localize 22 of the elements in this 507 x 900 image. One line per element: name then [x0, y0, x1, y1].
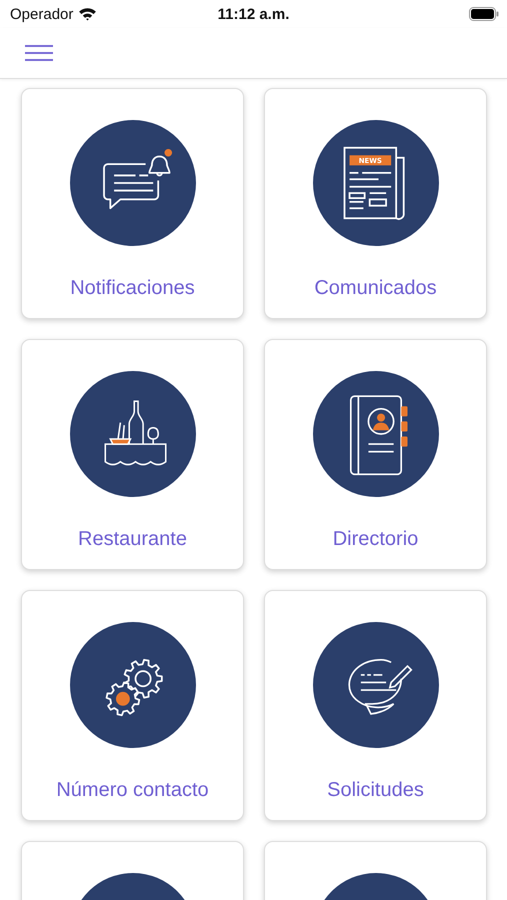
- wifi-icon: [78, 7, 98, 21]
- clock-time: 11:12 a.m.: [218, 6, 290, 22]
- tile-label: Restaurante: [78, 528, 187, 551]
- menu-icon: [25, 45, 53, 61]
- gears-icon: [105, 658, 162, 716]
- tile-label: Notificaciones: [70, 277, 195, 300]
- address-book-icon: [349, 395, 407, 476]
- tile-label: Directorio: [332, 528, 418, 551]
- menu-tile[interactable]: Número contacto: [21, 590, 244, 821]
- chat-bell-icon: [102, 148, 172, 210]
- menu-tile[interactable]: Restaurante: [21, 339, 244, 570]
- carrier-name: Operador: [10, 6, 74, 22]
- speech-pencil-icon: [348, 658, 412, 715]
- battery-icon: [469, 7, 499, 21]
- tile-label: Número contacto: [56, 779, 209, 802]
- menu-tile[interactable]: Directorio: [264, 339, 487, 570]
- tile-label: Solicitudes: [327, 779, 424, 802]
- newspaper-icon: [343, 146, 404, 220]
- tile-label: Comunicados: [314, 277, 437, 300]
- menu-tile[interactable]: Solicitudes: [264, 590, 487, 821]
- menu-tile[interactable]: Notificaciones: [21, 88, 244, 319]
- dining-table-icon: [104, 400, 166, 466]
